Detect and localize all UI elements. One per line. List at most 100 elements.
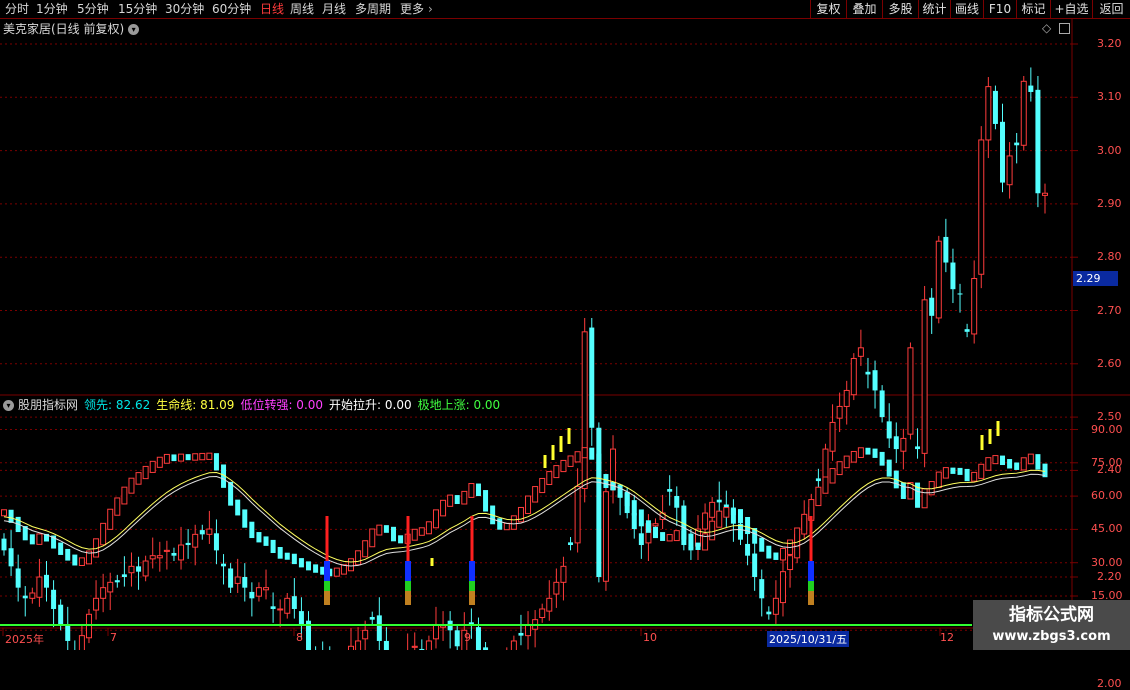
candle-body <box>865 371 871 375</box>
candle-body <box>1035 89 1041 194</box>
candle-body <box>574 485 581 544</box>
indicator-bar <box>1027 453 1034 465</box>
candle-body <box>560 565 567 583</box>
candle-body <box>475 627 481 650</box>
indicator-bar <box>603 474 609 488</box>
indicator-bar <box>666 534 673 542</box>
indicator-bar <box>355 550 362 566</box>
candle-body <box>185 542 191 546</box>
candle-body <box>779 571 786 604</box>
candle-body <box>957 293 963 295</box>
candle-body <box>291 596 297 609</box>
candle-body <box>432 624 439 640</box>
indicator-bar <box>277 547 283 559</box>
indicator-bar <box>695 542 701 550</box>
indicator-bar <box>617 484 623 498</box>
candle-body <box>192 533 199 548</box>
indicator-bar <box>850 450 857 463</box>
indicator-bar <box>779 547 786 561</box>
indicator-bar <box>249 521 255 539</box>
candle-body <box>58 604 64 625</box>
indicator-bar <box>843 455 850 469</box>
indicator-bar <box>1020 457 1027 471</box>
candle-body <box>199 530 205 535</box>
indicator-item-4: 极地上涨: 0.00 <box>417 398 501 412</box>
indicator-bar <box>567 455 574 467</box>
indicator-bar <box>681 530 687 540</box>
date-label-sep: 9 <box>464 631 471 644</box>
candle-body <box>29 592 36 599</box>
indicator-bar <box>950 467 956 474</box>
candle-body <box>411 645 418 648</box>
signal-green <box>469 581 475 591</box>
indicator-item-1: 生命线: 81.09 <box>156 398 235 412</box>
price-tick-label: 3.20 <box>1097 37 1122 50</box>
indicator-bar <box>256 532 262 543</box>
indicator-bar <box>872 448 878 458</box>
indicator-bar <box>1000 455 1006 466</box>
candle-body <box>872 370 878 391</box>
indicator-bar <box>532 486 539 503</box>
indicator-bar <box>766 545 772 559</box>
candle-body <box>93 597 100 611</box>
indicator-bar <box>801 513 808 535</box>
indicator-bar <box>709 520 716 541</box>
indicator-bar <box>171 454 177 462</box>
indicator-bar <box>1 509 7 517</box>
indicator-tick-label: 60.00 <box>1091 489 1123 503</box>
indicator-bar <box>72 554 78 566</box>
candle-body <box>716 499 722 503</box>
candle-body <box>759 579 765 599</box>
candle-body <box>539 608 546 619</box>
indicator-bar <box>660 532 666 541</box>
candle-body <box>156 555 163 559</box>
price-tick-label: 2.60 <box>1097 356 1122 370</box>
indicator-bar <box>199 452 206 461</box>
indicator-bar <box>298 558 304 568</box>
indicator-bar <box>483 490 489 512</box>
candle-body <box>581 331 588 490</box>
dropdown-circle-icon[interactable]: ▾ <box>3 400 14 411</box>
candle-body <box>228 568 234 588</box>
indicator-bar <box>794 527 801 547</box>
indicator-bar <box>128 477 135 494</box>
price-tick-label: 2.90 <box>1097 196 1122 210</box>
price-tick-label: 2.00 <box>1097 676 1122 690</box>
indicator-bar <box>29 534 35 545</box>
indicator-bar <box>815 486 822 507</box>
candle-body <box>822 448 829 480</box>
candle-body <box>263 587 270 591</box>
candle-body <box>298 611 304 625</box>
indicator-bar <box>475 483 481 497</box>
indicator-bar <box>574 451 581 463</box>
candle-body <box>8 548 14 567</box>
indicator-bar <box>942 467 949 479</box>
signal-green <box>405 581 411 591</box>
indicator-bar <box>886 459 892 477</box>
indicator-bar <box>376 524 383 536</box>
candle-body <box>78 635 85 650</box>
price-tick-label: 2.80 <box>1097 250 1122 264</box>
candle-body <box>100 587 107 599</box>
candle-body <box>709 501 716 518</box>
indicator-bar <box>447 494 454 507</box>
date-label-year: 2025年 <box>5 633 44 646</box>
indicator-item-2: 低位转强: 0.00 <box>240 398 324 412</box>
signal-blue <box>469 561 475 581</box>
candle-body <box>348 645 354 650</box>
candle-body <box>22 595 28 599</box>
candle-body <box>1 538 7 551</box>
candle-body <box>128 565 135 574</box>
indicator-bar <box>546 471 553 485</box>
candle-body <box>568 542 574 546</box>
candle-body <box>900 437 907 452</box>
candle-body <box>964 329 970 332</box>
candle-body <box>221 563 227 567</box>
candle-body <box>249 591 255 599</box>
candle-body <box>1014 142 1020 146</box>
candle-body <box>255 587 262 597</box>
candle-body <box>943 236 949 263</box>
indicator-bar <box>716 510 723 528</box>
candle-body <box>850 357 857 396</box>
indicator-bar <box>362 540 369 558</box>
